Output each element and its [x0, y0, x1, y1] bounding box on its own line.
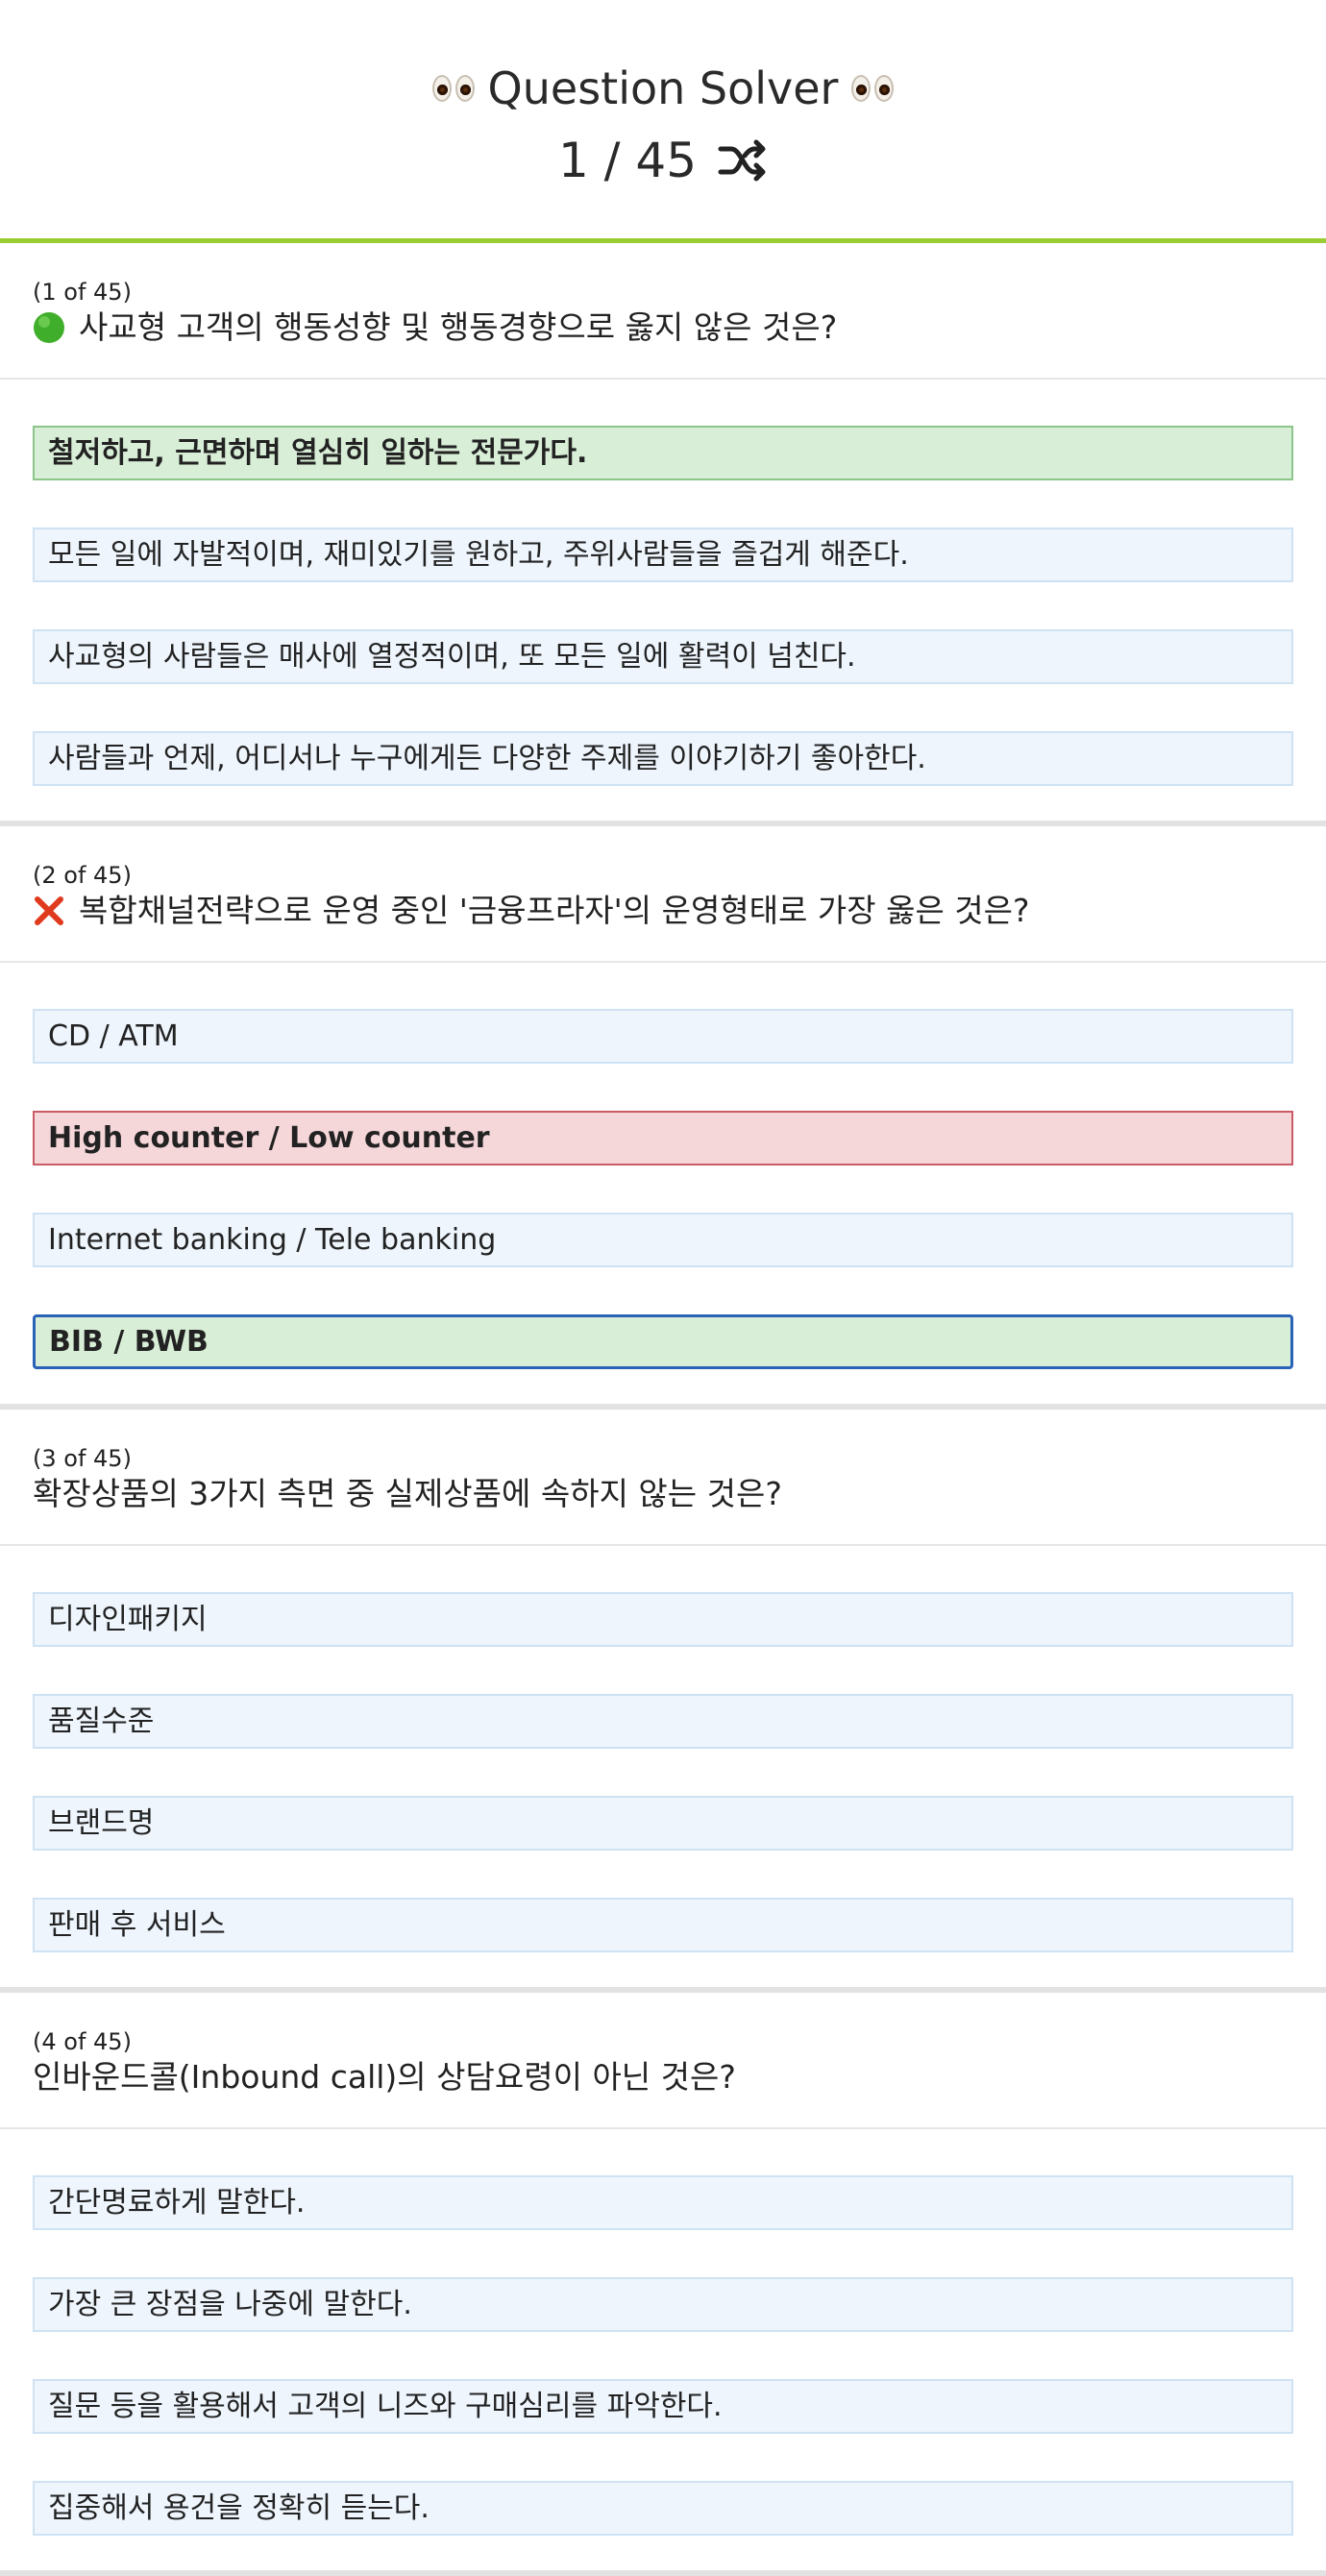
red-x-icon: [35, 896, 63, 925]
answer-option[interactable]: 사람들과 언제, 어디서나 누구에게든 다양한 주제를 이야기하기 좋아한다.: [33, 731, 1293, 786]
question-counter: 1 / 45: [557, 133, 698, 188]
answer-option[interactable]: 품질수준: [33, 1694, 1293, 1749]
question-number: (3 of 45): [33, 1445, 132, 1472]
question-text: 복합채널전략으로 운영 중인 '금융프라자'의 운영형태로 가장 옳은 것은?: [79, 892, 1030, 929]
question-card: (3 of 45) 확장상품의 3가지 측면 중 실제상품에 속하지 않는 것은?…: [0, 1410, 1326, 1993]
answer-options: 간단명료하게 말한다. 가장 큰 장점을 나중에 말한다. 질문 등을 활용해서 고…: [0, 2129, 1326, 2570]
question-text: 인바운드콜(Inbound call)의 상담요령이 아닌 것은?: [33, 2058, 736, 2096]
question-number: (2 of 45): [33, 862, 132, 889]
eyes-icon: [431, 75, 475, 102]
question-card: (2 of 45) 복합채널전략으로 운영 중인 '금융프라자'의 운영형태로 가…: [0, 826, 1326, 1410]
question-list: (1 of 45) 사교형 고객의 행동성향 및 행동경향으로 옳지 않은 것은?…: [0, 243, 1326, 2576]
question-header: (1 of 45) 사교형 고객의 행동성향 및 행동경향으로 옳지 않은 것은?: [0, 243, 1326, 380]
answer-option[interactable]: 모든 일에 자발적이며, 재미있기를 원하고, 주위사람들을 즐겁게 해준다.: [33, 527, 1293, 582]
question-text-row: 사교형 고객의 행동성향 및 행동경향으로 옳지 않은 것은?: [33, 307, 1293, 349]
question-card: (1 of 45) 사교형 고객의 행동성향 및 행동경향으로 옳지 않은 것은?…: [0, 243, 1326, 826]
answer-option[interactable]: 철저하고, 근면하며 열심히 일하는 전문가다.: [33, 426, 1293, 480]
answer-option[interactable]: 간단명료하게 말한다.: [33, 2175, 1293, 2230]
question-number: (4 of 45): [33, 2028, 132, 2055]
question-text-row: 인바운드콜(Inbound call)의 상담요령이 아닌 것은?: [33, 2056, 1293, 2098]
answer-option[interactable]: 디자인패키지: [33, 1592, 1293, 1647]
answer-option[interactable]: 질문 등을 활용해서 고객의 니즈와 구매심리를 파악한다.: [33, 2379, 1293, 2434]
answer-option[interactable]: 판매 후 서비스: [33, 1898, 1293, 1952]
answer-option[interactable]: BIB / BWB: [33, 1314, 1293, 1369]
answer-options: CD / ATM High counter / Low counter Intern…: [0, 963, 1326, 1404]
question-header: (4 of 45) 인바운드콜(Inbound call)의 상담요령이 아닌 것…: [0, 1993, 1326, 2129]
header: Question Solver 1 / 45: [0, 0, 1326, 243]
answer-option[interactable]: Internet banking / Tele banking: [33, 1213, 1293, 1267]
question-text: 사교형 고객의 행동성향 및 행동경향으로 옳지 않은 것은?: [79, 308, 838, 346]
counter-row: 1 / 45: [558, 127, 768, 194]
question-text-row: 복합채널전략으로 운영 중인 '금융프라자'의 운영형태로 가장 옳은 것은?: [33, 890, 1293, 932]
answer-option[interactable]: High counter / Low counter: [33, 1111, 1293, 1165]
question-text: 확장상품의 3가지 측면 중 실제상품에 속하지 않는 것은?: [33, 1475, 782, 1512]
answer-option[interactable]: CD / ATM: [33, 1009, 1293, 1064]
title-row: Question Solver: [419, 60, 908, 117]
answer-option[interactable]: 사교형의 사람들은 매사에 열정적이며, 또 모든 일에 활력이 넘친다.: [33, 629, 1293, 684]
question-card: (4 of 45) 인바운드콜(Inbound call)의 상담요령이 아닌 것…: [0, 1993, 1326, 2576]
answer-option[interactable]: 브랜드명: [33, 1796, 1293, 1851]
answer-option[interactable]: 집중해서 용건을 정확히 듣는다.: [33, 2481, 1293, 2536]
answer-option[interactable]: 가장 큰 장점을 나중에 말한다.: [33, 2277, 1293, 2332]
eyes-icon: [851, 75, 895, 102]
question-header: (3 of 45) 확장상품의 3가지 측면 중 실제상품에 속하지 않는 것은?: [0, 1410, 1326, 1546]
question-number: (1 of 45): [33, 279, 132, 306]
page-title: Question Solver: [487, 62, 839, 114]
shuffle-icon[interactable]: [718, 138, 768, 183]
answer-options: 디자인패키지품질수준브랜드명판매 후 서비스: [0, 1546, 1326, 1987]
question-header: (2 of 45) 복합채널전략으로 운영 중인 '금융프라자'의 운영형태로 가…: [0, 826, 1326, 963]
question-text-row: 확장상품의 3가지 측면 중 실제상품에 속하지 않는 것은?: [33, 1473, 1293, 1515]
answer-options: 철저하고, 근면하며 열심히 일하는 전문가다. 모든 일에 자발적이며, 재미있…: [0, 380, 1326, 821]
green-circle-icon: [34, 312, 64, 343]
